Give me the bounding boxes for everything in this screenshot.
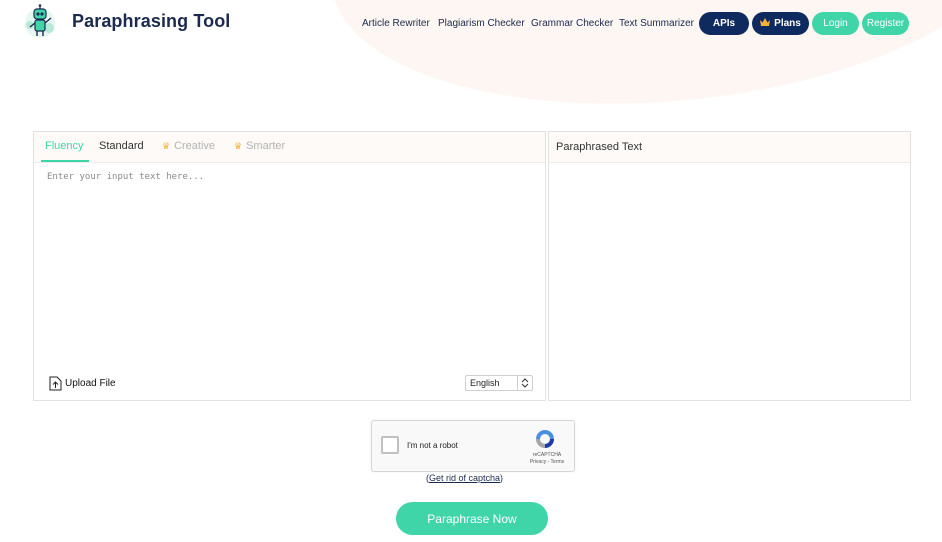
crown-icon: ♛ bbox=[162, 141, 171, 151]
get-rid-of-captcha-link[interactable]: Get rid of captcha bbox=[429, 473, 500, 483]
upload-file-label: Upload File bbox=[65, 378, 116, 389]
login-label: Login bbox=[823, 18, 848, 29]
tab-smarter[interactable]: ♛ Smarter bbox=[234, 140, 285, 152]
language-select[interactable]: English bbox=[465, 375, 533, 391]
select-arrows-icon bbox=[517, 376, 532, 390]
input-panel: Fluency Standard ♛Creative ♛Smarter Uplo… bbox=[33, 131, 546, 401]
apis-button[interactable]: APIs bbox=[699, 12, 749, 35]
recaptcha-brand: reCAPTCHA bbox=[532, 452, 562, 458]
tab-fluency[interactable]: Fluency bbox=[45, 140, 84, 152]
recaptcha-logo-icon bbox=[536, 430, 554, 448]
recaptcha-widget: I'm not a robot reCAPTCHA Privacy - Term… bbox=[371, 420, 575, 472]
recaptcha-label: I'm not a robot bbox=[407, 441, 458, 450]
tab-standard[interactable]: Standard bbox=[99, 140, 144, 152]
output-panel: Paraphrased Text bbox=[548, 131, 911, 401]
upload-file-icon bbox=[49, 376, 62, 391]
crown-icon: ♛ bbox=[234, 141, 243, 151]
login-button[interactable]: Login bbox=[812, 12, 859, 35]
captcha-removal-note: (Get rid of captcha) bbox=[426, 473, 503, 483]
apis-label: APIs bbox=[712, 18, 736, 29]
nav-link-grammar-checker[interactable]: Grammar Checker bbox=[531, 18, 613, 29]
output-panel-header: Paraphrased Text bbox=[549, 132, 910, 163]
active-tab-indicator bbox=[41, 160, 89, 162]
language-value: English bbox=[470, 378, 500, 388]
register-button[interactable]: Register bbox=[862, 12, 909, 35]
input-textarea[interactable] bbox=[34, 163, 545, 363]
recaptcha-terms: Privacy - Terms bbox=[529, 459, 565, 465]
crown-icon bbox=[760, 18, 771, 29]
upload-file-button[interactable]: Upload File bbox=[49, 376, 116, 391]
nav-link-article-rewriter[interactable]: Article Rewriter bbox=[362, 18, 430, 29]
top-navigation: Article Rewriter Plagiarism Checker Gram… bbox=[0, 12, 942, 36]
tab-creative[interactable]: ♛ Creative bbox=[162, 140, 215, 152]
output-title: Paraphrased Text bbox=[556, 141, 643, 153]
tab-label: Creative bbox=[174, 140, 216, 152]
nav-link-plagiarism-checker[interactable]: Plagiarism Checker bbox=[438, 18, 525, 29]
paren-close: ) bbox=[500, 473, 504, 483]
output-text-area[interactable] bbox=[549, 163, 910, 400]
register-label: Register bbox=[866, 18, 905, 29]
tab-label: Fluency bbox=[45, 140, 84, 152]
mode-tabs: Fluency Standard ♛ Creative ♛ Smarter bbox=[34, 132, 545, 163]
tab-label: Standard bbox=[99, 140, 144, 152]
paraphrase-now-button[interactable]: Paraphrase Now bbox=[396, 502, 548, 535]
nav-link-text-summarizer[interactable]: Text Summarizer bbox=[619, 18, 694, 29]
plans-button[interactable]: Plans bbox=[752, 12, 809, 35]
plans-label: Plans bbox=[774, 18, 801, 29]
recaptcha-checkbox[interactable] bbox=[381, 436, 399, 454]
paraphrase-now-label: Paraphrase Now bbox=[427, 511, 517, 526]
tab-label: Smarter bbox=[246, 140, 286, 152]
